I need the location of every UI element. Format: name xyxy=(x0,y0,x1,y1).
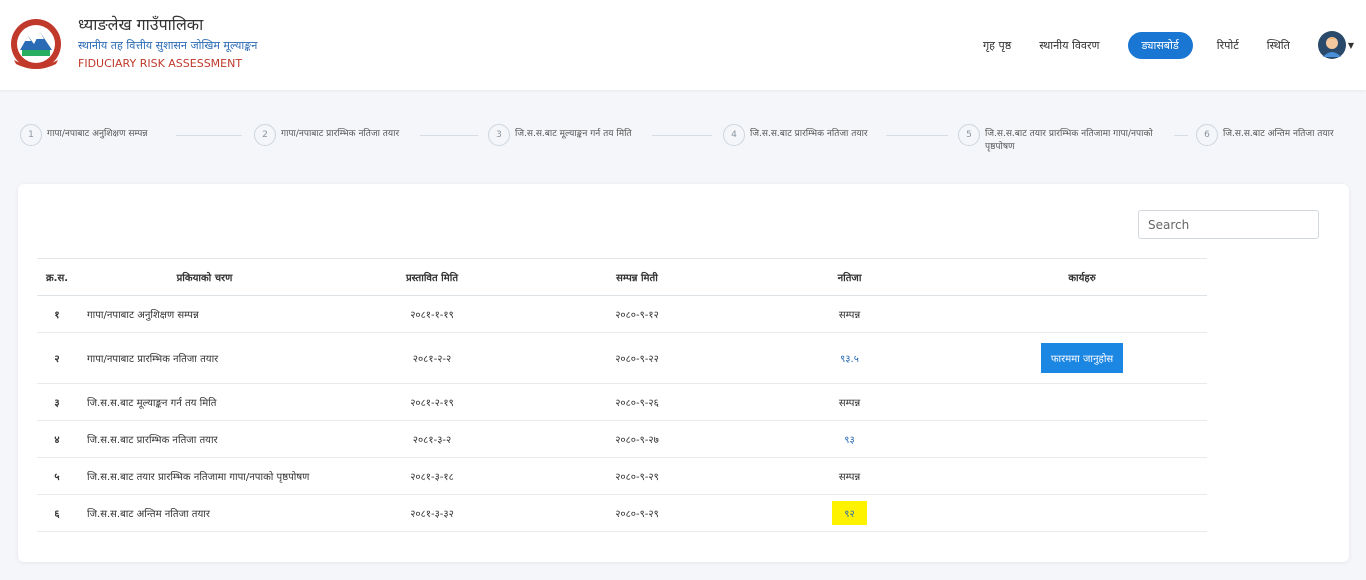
step-number: 2 xyxy=(254,124,276,146)
step-label: गापा/नपाबाट प्रारम्भिक नतिजा तयार xyxy=(281,129,400,139)
top-header: ध्याङलेख गाउँपालिका स्थानीय तह वित्तीय स… xyxy=(0,0,1366,90)
municipality-emblem-icon[interactable] xyxy=(8,16,64,72)
row-actions xyxy=(957,295,1207,333)
step-label: जि.स.स.बाट तयार प्रारम्भिक नतिजामा गापा/… xyxy=(985,129,1153,152)
process-card: क्र.स. प्रकियाको चरण प्रस्तावित मिति सम्… xyxy=(18,184,1349,562)
search-input[interactable] xyxy=(1138,210,1319,239)
row-stage: जि.स.स.बाट मूल्याङ्कन गर्न तय मिति xyxy=(77,383,332,421)
row-completed-date: २०८०-९-२२ xyxy=(532,332,742,384)
nav-status[interactable]: स्थिति xyxy=(1267,38,1290,53)
nav-dashboard[interactable]: ड्यासबोर्ड xyxy=(1127,31,1193,59)
step-6[interactable]: 6 जि.स.स.बाट अन्तिम नतिजा तयार xyxy=(1196,124,1334,146)
row-sn: ४ xyxy=(37,420,77,458)
row-result: ९३ xyxy=(742,420,957,458)
municipality-name: ध्याङलेख गाउँपालिका xyxy=(78,15,204,34)
row-completed-date: २०८०-९-२६ xyxy=(532,383,742,421)
step-connector xyxy=(886,135,948,136)
nav-local-details[interactable]: स्थानीय विवरण xyxy=(1039,38,1099,53)
nav-home[interactable]: गृह पृष्ठ xyxy=(983,38,1011,53)
row-sn: ५ xyxy=(37,457,77,495)
col-proposed-date: प्रस्तावित मिति xyxy=(332,258,532,296)
row-completed-date: २०८०-९-१२ xyxy=(532,295,742,333)
user-menu[interactable]: ▼ xyxy=(1317,31,1354,59)
row-result: सम्पन्न xyxy=(742,457,957,495)
caret-down-icon[interactable]: ▼ xyxy=(1348,41,1354,50)
main-nav: गृह पृष्ठ स्थानीय विवरण ड्यासबोर्ड रिपोर… xyxy=(983,30,1366,60)
step-label: जि.स.स.बाट प्रारम्भिक नतिजा तयार xyxy=(750,129,868,139)
brand-block: ध्याङलेख गाउँपालिका स्थानीय तह वित्तीय स… xyxy=(78,15,257,72)
col-completed-date: सम्पन्न मिती xyxy=(532,258,742,296)
row-actions xyxy=(957,383,1207,421)
step-connector xyxy=(652,135,712,136)
step-number: 5 xyxy=(958,124,980,146)
table-row: ५ जि.स.स.बाट तयार प्रारम्भिक नतिजामा गाप… xyxy=(37,457,1207,495)
row-actions xyxy=(957,420,1207,458)
row-sn: २ xyxy=(37,332,77,384)
table-header-row: क्र.स. प्रकियाको चरण प्रस्तावित मिति सम्… xyxy=(37,258,1207,296)
table-row: ४ जि.स.स.बाट प्रारम्भिक नतिजा तयार २०८१-… xyxy=(37,420,1207,458)
step-2[interactable]: 2 गापा/नपाबाट प्रारम्भिक नतिजा तयार xyxy=(254,124,399,146)
row-result: सम्पन्न xyxy=(742,383,957,421)
col-stage: प्रकियाको चरण xyxy=(77,258,332,296)
step-5[interactable]: 5 जि.स.स.बाट तयार प्रारम्भिक नतिजामा गाप… xyxy=(958,124,1185,154)
col-actions: कार्यहरु xyxy=(957,258,1207,296)
result-link[interactable]: ९३.५ xyxy=(840,354,859,365)
col-sn: क्र.स. xyxy=(37,258,77,296)
step-3[interactable]: 3 जि.स.स.बाट मूल्याङ्कन गर्न तय मिति xyxy=(488,124,632,146)
step-1[interactable]: 1 गापा/नपाबाट अनुशिक्षण सम्पन्न xyxy=(20,124,148,146)
row-result: ९३.५ xyxy=(742,332,957,384)
step-label: जि.स.स.बाट अन्तिम नतिजा तयार xyxy=(1223,129,1334,139)
row-actions xyxy=(957,494,1207,532)
step-label: गापा/नपाबाट अनुशिक्षण सम्पन्न xyxy=(47,129,148,139)
result-link[interactable]: ९३ xyxy=(844,435,854,446)
step-number: 1 xyxy=(20,124,42,146)
step-number: 3 xyxy=(488,124,510,146)
step-number: 6 xyxy=(1196,124,1218,146)
row-sn: १ xyxy=(37,295,77,333)
process-stepper: 1 गापा/नपाबाट अनुशिक्षण सम्पन्न 2 गापा/न… xyxy=(0,124,1366,164)
row-proposed-date: २०८१-२-२ xyxy=(332,332,532,384)
table-row: ३ जि.स.स.बाट मूल्याङ्कन गर्न तय मिति २०८… xyxy=(37,383,1207,421)
table-row: ६ जि.स.स.बाट अन्तिम नतिजा तयार २०८१-३-३२… xyxy=(37,494,1207,532)
row-stage: जि.स.स.बाट तयार प्रारम्भिक नतिजामा गापा/… xyxy=(77,457,332,495)
row-actions xyxy=(957,457,1207,495)
step-connector xyxy=(420,135,478,136)
nav-report[interactable]: रिपोर्ट xyxy=(1217,38,1239,53)
row-proposed-date: २०८१-२-१९ xyxy=(332,383,532,421)
row-stage: गापा/नपाबाट अनुशिक्षण सम्पन्न xyxy=(77,295,332,333)
step-number: 4 xyxy=(723,124,745,146)
go-to-form-button[interactable]: फारममा जानुहोस xyxy=(1040,343,1124,373)
row-result: सम्पन्न xyxy=(742,295,957,333)
row-stage: जि.स.स.बाट अन्तिम नतिजा तयार xyxy=(77,494,332,532)
row-stage: गापा/नपाबाट प्रारम्भिक नतिजा तयार xyxy=(77,332,332,384)
process-table: क्र.स. प्रकियाको चरण प्रस्तावित मिति सम्… xyxy=(37,258,1207,532)
row-sn: ६ xyxy=(37,494,77,532)
row-proposed-date: २०८१-१-१९ xyxy=(332,295,532,333)
step-label: जि.स.स.बाट मूल्याङ्कन गर्न तय मिति xyxy=(515,129,632,139)
row-completed-date: २०८०-९-२७ xyxy=(532,420,742,458)
row-proposed-date: २०८१-३-३२ xyxy=(332,494,532,532)
row-completed-date: २०८०-९-२९ xyxy=(532,457,742,495)
col-result: नतिजा xyxy=(742,258,957,296)
table-row: २ गापा/नपाबाट प्रारम्भिक नतिजा तयार २०८१… xyxy=(37,332,1207,384)
row-stage: जि.स.स.बाट प्रारम्भिक नतिजा तयार xyxy=(77,420,332,458)
row-proposed-date: २०८१-३-२ xyxy=(332,420,532,458)
final-result-highlight[interactable]: ९२ xyxy=(832,501,867,525)
row-proposed-date: २०८१-३-१८ xyxy=(332,457,532,495)
row-result: ९२ xyxy=(742,494,957,532)
row-actions: फारममा जानुहोस xyxy=(957,332,1207,384)
step-connector xyxy=(176,135,242,136)
user-avatar-icon[interactable] xyxy=(1317,31,1346,59)
row-sn: ३ xyxy=(37,383,77,421)
brand-subtitle: स्थानीय तह वित्तीय सुशासन जोखिम मूल्याङ्… xyxy=(78,39,258,52)
row-completed-date: २०८०-९-२९ xyxy=(532,494,742,532)
brand-english-title: FIDUCIARY RISK ASSESSMENT xyxy=(78,57,243,70)
table-row: १ गापा/नपाबाट अनुशिक्षण सम्पन्न २०८१-१-१… xyxy=(37,295,1207,333)
step-4[interactable]: 4 जि.स.स.बाट प्रारम्भिक नतिजा तयार xyxy=(723,124,868,146)
